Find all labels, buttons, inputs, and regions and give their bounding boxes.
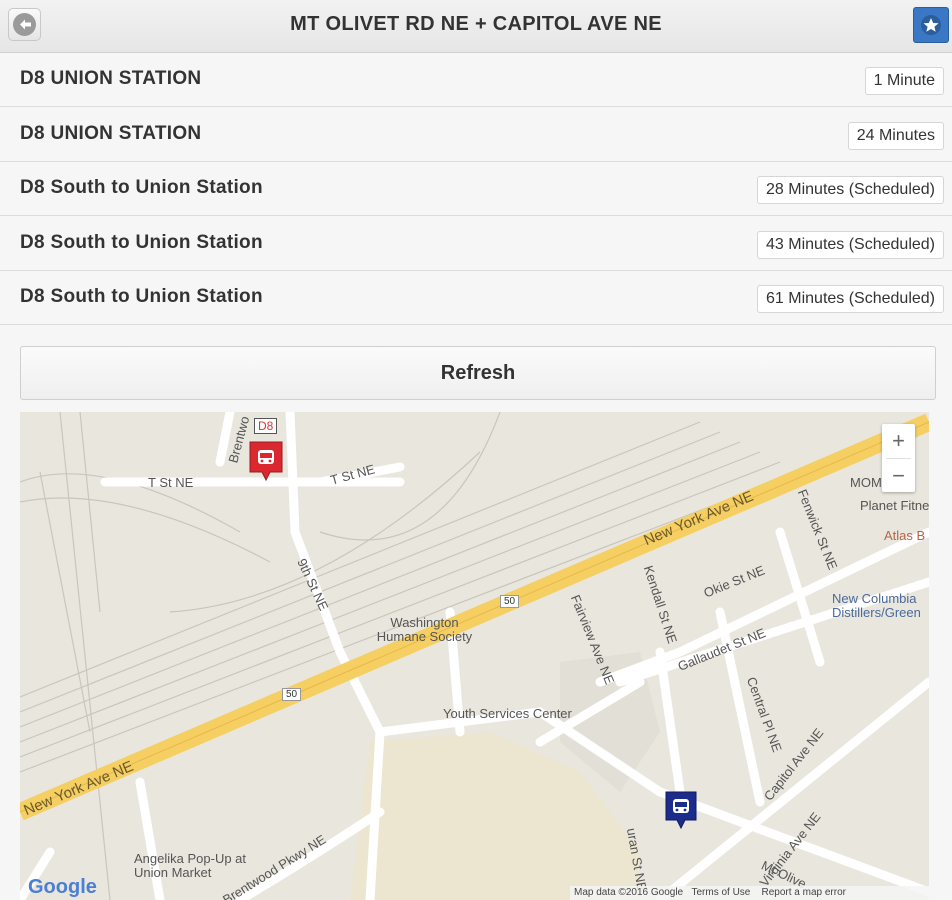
poi-label: Atlas B [884,528,926,543]
poi-label: MOM [850,475,882,490]
poi-label: Planet Fitne [860,498,929,513]
route-name: D8 South to Union Station [20,286,263,307]
route-name: D8 UNION STATION [20,123,202,144]
route-name: D8 South to Union Station [20,232,263,253]
arrival-row[interactable]: D8 South to Union Station 28 Minutes (Sc… [0,162,952,216]
google-logo-text: Google [28,876,97,898]
arrival-row[interactable]: D8 UNION STATION 1 Minute [0,53,952,107]
arrival-time-badge: 28 Minutes (Scheduled) [757,176,944,204]
map-data-text: Map data ©2016 Google [574,887,684,898]
report-map-error-link[interactable]: Report a map error [762,887,846,898]
map-footer: Map data ©2016 Google Terms of Use Repor… [570,886,929,900]
poi-label: Washington Humane Society [376,615,473,644]
star-glyph [923,18,939,32]
refresh-button[interactable]: Refresh [20,346,936,400]
terms-link[interactable]: Terms of Use [691,887,750,898]
zoom-in-button[interactable]: + [882,424,915,458]
back-button[interactable] [8,8,41,41]
favorite-button[interactable] [913,7,949,43]
route-name: D8 South to Union Station [20,177,263,198]
arrival-row[interactable]: D8 South to Union Station 43 Minutes (Sc… [0,217,952,271]
poi-label: Angelika Pop-Up at Union Market [134,851,247,880]
arrival-time-badge: 1 Minute [864,67,944,95]
poi-label: Youth Services Center [443,706,572,721]
back-arrow-glyph [20,19,31,30]
page-title: MT OLIVET RD NE + CAPITOL AVE NE [290,13,662,35]
zoom-out-button[interactable]: − [882,459,915,493]
header-bar: MT OLIVET RD NE + CAPITOL AVE NE [0,0,952,53]
map-view[interactable]: T St NE T St NE Brentwo 9th St NE New Yo… [20,412,929,900]
poi-label: New Columbia Distillers/Green [832,591,921,620]
arrival-row[interactable]: D8 UNION STATION 24 Minutes [0,108,952,162]
zoom-control: + − [882,424,915,492]
arrival-time-badge: 43 Minutes (Scheduled) [757,231,944,259]
map-label: T St NE [148,475,194,490]
arrival-time-badge: 24 Minutes [847,122,944,150]
route-name: D8 UNION STATION [20,68,202,89]
arrival-time-badge: 61 Minutes (Scheduled) [757,285,944,313]
google-logo: Google [28,876,97,899]
route-50-shield: 50 [500,595,520,608]
bus-stop-icon[interactable] [664,790,698,830]
route-50-shield: 50 [282,688,302,701]
bus-route-label: D8 [254,418,278,434]
bus-marker-icon[interactable] [248,440,284,482]
arrival-row[interactable]: D8 South to Union Station 61 Minutes (Sc… [0,271,952,325]
